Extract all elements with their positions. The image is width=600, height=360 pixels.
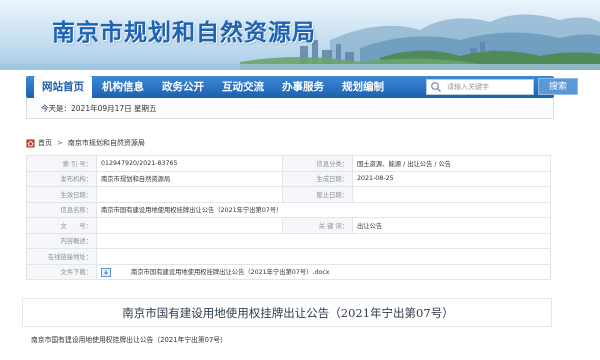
site-title: 南京市规划和自然资源局 bbox=[52, 19, 316, 46]
table-row: 发布机构： 南京市规划和自然资源局 生成日期： 2021-08-25 bbox=[26, 170, 551, 187]
nav-item-planning[interactable]: 规划编制 bbox=[334, 76, 392, 98]
summary-label: 内容概述： bbox=[26, 232, 97, 249]
table-row: 信息名称： 南京市国有建设用地使用权挂牌出让公告（2021年宁出第07号） bbox=[26, 201, 551, 218]
info-name-value: 南京市国有建设用地使用权挂牌出让公告（2021年宁出第07号） bbox=[96, 201, 551, 218]
document-info-table: 索 引 号： 012947920/2021-83765 信息分类： 国土资源、能… bbox=[26, 155, 551, 280]
category-label: 信息分类： bbox=[282, 155, 353, 172]
category-value: 国土资源、能源 / 出让公告 / 公告 bbox=[352, 155, 551, 172]
online-link-label: 在线链接地址： bbox=[26, 248, 97, 265]
nav-item-interaction[interactable]: 互动交流 bbox=[214, 76, 272, 98]
nav-item-services[interactable]: 办事服务 bbox=[274, 76, 332, 98]
created-date-label: 生成日期： bbox=[282, 170, 353, 187]
file-download-link[interactable]: 南京市国有建设用地使用权挂牌出让公告（2021年宁出第07号）.docx bbox=[131, 269, 330, 276]
publisher-value: 南京市规划和自然资源局 bbox=[96, 170, 283, 187]
table-row: 文 号： 关 键 词： 出让公告 bbox=[26, 217, 551, 234]
nav-item-government-affairs[interactable]: 政务公开 bbox=[154, 76, 212, 98]
article-title: 南京市国有建设用地使用权挂牌出让公告（2021年宁出第07号） bbox=[122, 306, 454, 320]
file-download-cell: 南京市国有建设用地使用权挂牌出让公告（2021年宁出第07号）.docx bbox=[96, 263, 551, 280]
index-label: 索 引 号： bbox=[26, 155, 97, 172]
expire-date-value bbox=[352, 186, 551, 203]
home-icon bbox=[26, 138, 35, 148]
breadcrumb-separator: > bbox=[57, 139, 63, 147]
main-nav: 网站首页 机构信息 政务公开 互动交流 办事服务 规划编制 请输入关键字 搜索 bbox=[26, 76, 578, 98]
table-row: 内容概述： bbox=[26, 232, 551, 249]
doc-number-label: 文 号： bbox=[26, 217, 97, 234]
effective-date-label: 生效日期： bbox=[26, 186, 97, 203]
nav-item-home[interactable]: 网站首页 bbox=[34, 76, 92, 98]
search-input[interactable]: 请输入关键字 bbox=[426, 79, 534, 95]
date-bar: 今天是：2021年09月17日 星期五 bbox=[26, 98, 554, 119]
summary-value bbox=[96, 232, 551, 249]
table-row: 生效日期： 废止日期： bbox=[26, 186, 551, 203]
nav-items: 网站首页 机构信息 政务公开 互动交流 办事服务 规划编制 bbox=[34, 76, 394, 98]
breadcrumb-home-link[interactable]: 首页 bbox=[38, 138, 52, 148]
doc-number-value bbox=[96, 217, 283, 234]
search-icon bbox=[431, 82, 441, 92]
article-title-box: 南京市国有建设用地使用权挂牌出让公告（2021年宁出第07号） bbox=[22, 298, 552, 327]
article-body-text: 南京市国有建设用地使用权挂牌出让公告（2021年宁出第07号） bbox=[31, 336, 227, 344]
keywords-value: 出让公告 bbox=[352, 217, 551, 234]
nav-item-organization[interactable]: 机构信息 bbox=[94, 76, 152, 98]
breadcrumb: 首页 > 南京市规划和自然资源局 bbox=[26, 136, 145, 150]
effective-date-value bbox=[96, 186, 283, 203]
online-link-value bbox=[96, 248, 551, 265]
file-download-icon[interactable] bbox=[101, 267, 111, 277]
publisher-label: 发布机构： bbox=[26, 170, 97, 187]
created-date-value: 2021-08-25 bbox=[352, 170, 551, 187]
search-button[interactable]: 搜索 bbox=[538, 78, 578, 95]
current-date: 今天是：2021年09月17日 星期五 bbox=[41, 104, 157, 113]
expire-date-label: 废止日期： bbox=[282, 186, 353, 203]
table-row: 文件下载： 南京市国有建设用地使用权挂牌出让公告（2021年宁出第07号）.do… bbox=[26, 263, 551, 280]
index-value: 012947920/2021-83765 bbox=[96, 155, 283, 172]
table-row: 索 引 号： 012947920/2021-83765 信息分类： 国土资源、能… bbox=[26, 155, 551, 172]
info-name-label: 信息名称： bbox=[26, 201, 97, 218]
breadcrumb-current[interactable]: 南京市规划和自然资源局 bbox=[68, 138, 145, 148]
site-banner: 南京市规划和自然资源局 bbox=[0, 0, 600, 70]
table-row: 在线链接地址： bbox=[26, 248, 551, 265]
keywords-label: 关 键 词： bbox=[282, 217, 353, 234]
file-download-label: 文件下载： bbox=[26, 263, 97, 280]
